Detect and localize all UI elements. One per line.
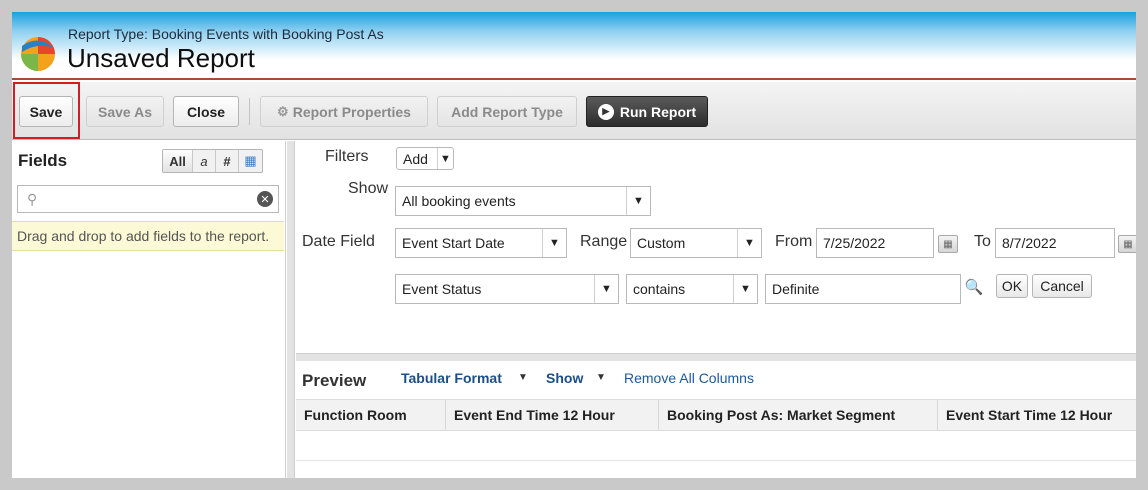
chevron-down-icon: ▼ (733, 275, 757, 303)
criteria-field-select[interactable]: Event Status ▼ (395, 274, 619, 304)
preview-title: Preview (302, 371, 367, 390)
report-type-label: Report Type: Booking Events with Booking… (68, 26, 384, 42)
show-label: Show (348, 180, 389, 197)
filter-number-button[interactable]: # (216, 150, 239, 172)
range-value: Custom (637, 235, 686, 251)
preview-section: Preview Tabular Format ▼ Show ▼ Remove A… (296, 361, 1136, 478)
calendar-icon[interactable]: ▦ (938, 235, 958, 253)
clear-icon[interactable]: ✕ (257, 191, 273, 207)
run-report-label: Run Report (619, 103, 697, 120)
range-label: Range (580, 233, 628, 250)
play-icon: ▶ (597, 103, 614, 120)
to-label: To (974, 233, 991, 250)
report-properties-label: Report Properties (292, 103, 411, 120)
calendar-icon[interactable]: ▦ (1118, 235, 1136, 253)
preview-column-header: Function Room Event End Time 12 Hour Boo… (296, 399, 1136, 431)
filters-section: Filters Add ▼ Show All booking events ▼ … (296, 141, 1136, 353)
reports-logo-icon (21, 37, 55, 71)
chevron-down-icon: ▼ (542, 229, 566, 257)
ok-button[interactable]: OK (996, 274, 1028, 298)
chevron-down-icon: ▼ (626, 187, 650, 215)
run-report-button[interactable]: ▶ Run Report (586, 96, 708, 127)
filter-date-button[interactable]: ▦ (239, 150, 262, 172)
chevron-down-icon: ▼ (594, 275, 618, 303)
cancel-button[interactable]: Cancel (1032, 274, 1092, 298)
preview-splitter[interactable] (296, 353, 1136, 361)
criteria-operator-select[interactable]: contains ▼ (626, 274, 758, 304)
filter-text-button[interactable]: a (193, 150, 216, 172)
from-date-value: 7/25/2022 (823, 235, 886, 251)
chevron-down-icon: ▼ (737, 229, 761, 257)
close-button[interactable]: Close (173, 96, 239, 127)
remove-all-columns-link[interactable]: Remove All Columns (624, 370, 754, 386)
range-select[interactable]: Custom ▼ (630, 228, 762, 258)
field-type-filter: All a # ▦ (162, 149, 263, 173)
show-select-value: All booking events (402, 193, 516, 209)
fields-panel: Fields All a # ▦ ⚲ ✕ Drag and drop to ad… (12, 141, 286, 478)
date-field-value: Event Start Date (402, 235, 505, 251)
criteria-field-value: Event Status (402, 281, 482, 297)
column-header[interactable]: Event End Time 12 Hour (446, 400, 659, 430)
add-filter-dropdown[interactable]: Add ▼ (396, 147, 454, 170)
toolbar: Save Save As Close ⚙ Report Properties A… (12, 82, 1136, 140)
page-header: Report Type: Booking Events with Booking… (12, 12, 1136, 76)
column-header[interactable]: Function Room (296, 400, 446, 430)
chevron-down-icon[interactable]: ▼ (518, 372, 528, 383)
header-divider (12, 78, 1136, 80)
date-field-label: Date Field (302, 233, 375, 250)
field-search-input[interactable]: ⚲ ✕ (17, 185, 279, 213)
format-dropdown[interactable]: Tabular Format (401, 370, 502, 386)
table-row (296, 431, 1136, 461)
lookup-icon[interactable]: 🔍 (963, 276, 985, 298)
column-header[interactable]: Booking Post As: Market Segment (659, 400, 938, 430)
chevron-down-icon: ▼ (437, 148, 453, 169)
column-header[interactable]: Event Start Time 12 Hour (938, 400, 1136, 430)
to-date-input[interactable]: 8/7/2022 (995, 228, 1115, 258)
criteria-value-text: Definite (772, 281, 820, 297)
add-report-type-button[interactable]: Add Report Type (437, 96, 577, 127)
date-field-select[interactable]: Event Start Date ▼ (395, 228, 567, 258)
show-dropdown[interactable]: Show (546, 370, 583, 386)
criteria-value-input[interactable]: Definite (765, 274, 961, 304)
filter-all-button[interactable]: All (163, 150, 193, 172)
gear-icon: ⚙ (277, 103, 289, 119)
panel-splitter[interactable] (287, 141, 295, 478)
show-select[interactable]: All booking events ▼ (395, 186, 651, 216)
from-date-input[interactable]: 7/25/2022 (816, 228, 934, 258)
from-label: From (775, 233, 813, 250)
drag-drop-hint: Drag and drop to add fields to the repor… (12, 221, 284, 251)
search-icon: ⚲ (27, 191, 38, 207)
report-builder-window: Report Type: Booking Events with Booking… (12, 12, 1136, 478)
toolbar-separator (249, 98, 250, 125)
page-title: Unsaved Report (67, 43, 255, 73)
chevron-down-icon[interactable]: ▼ (596, 372, 606, 383)
filters-label: Filters (325, 148, 369, 165)
save-as-button[interactable]: Save As (86, 96, 164, 127)
report-properties-button[interactable]: ⚙ Report Properties (260, 96, 428, 127)
save-button[interactable]: Save (19, 96, 73, 127)
fields-title: Fields (18, 151, 68, 170)
to-date-value: 8/7/2022 (1002, 235, 1057, 251)
criteria-operator-value: contains (633, 281, 686, 297)
add-filter-label: Add (403, 150, 428, 167)
